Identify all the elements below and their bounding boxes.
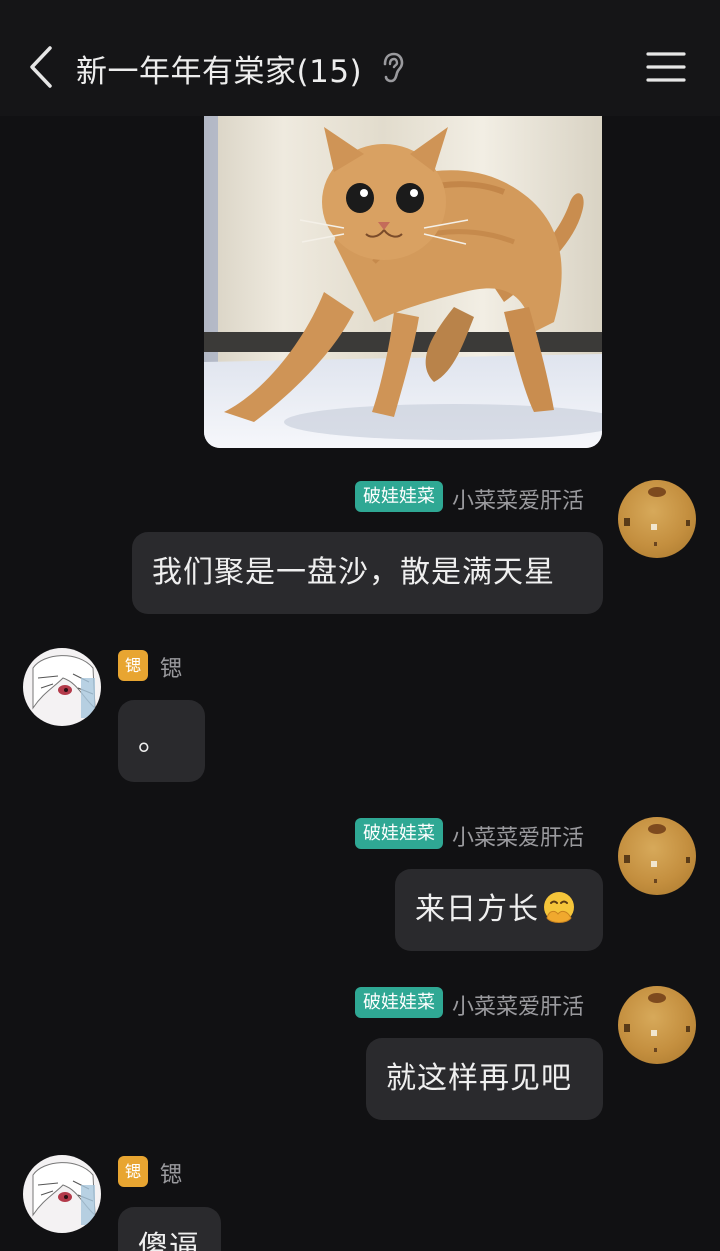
avatar-image <box>624 487 690 546</box>
message-bubble[interactable]: 我们聚是一盘沙，散是满天星 <box>132 532 603 614</box>
member-title-badge: 破娃娃菜 <box>355 481 443 512</box>
sender-nickname[interactable]: 小菜菜爱肝活 <box>452 483 584 515</box>
chevron-left-icon <box>30 46 52 88</box>
member-title-badge: 锶 <box>118 650 148 681</box>
chat-header: 新一年年有棠家(15) <box>0 0 720 116</box>
menu-icon <box>646 52 686 82</box>
message-text: 就这样再见吧 <box>386 1061 572 1096</box>
sender-nickname[interactable]: 锶 <box>160 651 182 683</box>
message-text: 傻逼 <box>138 1230 200 1251</box>
avatar[interactable] <box>23 1155 101 1233</box>
message-text: 。 <box>138 723 169 758</box>
chat-title[interactable]: 新一年年有棠家(15) <box>76 46 362 91</box>
sender-nickname[interactable]: 锶 <box>160 1157 182 1189</box>
member-title-badge: 破娃娃菜 <box>355 818 443 849</box>
sender-nickname[interactable]: 小菜菜爱肝活 <box>452 989 584 1021</box>
message-bubble[interactable]: 傻逼 <box>118 1207 221 1251</box>
avatar-image <box>32 655 96 718</box>
member-title-badge: 锶 <box>118 1156 148 1187</box>
ear-icon[interactable] <box>380 52 406 84</box>
message-text: 我们聚是一盘沙，散是满天星 <box>152 555 555 590</box>
back-button[interactable] <box>22 44 62 90</box>
avatar-image <box>624 824 690 883</box>
avatar-image <box>32 1162 96 1225</box>
message-text: 来日方长 <box>415 892 539 927</box>
menu-button[interactable] <box>644 48 688 86</box>
avatar[interactable] <box>618 986 696 1064</box>
sender-nickname[interactable]: 小菜菜爱肝活 <box>452 820 584 852</box>
avatar[interactable] <box>618 817 696 895</box>
image-message[interactable] <box>204 92 602 448</box>
message-bubble[interactable]: 来日方长 <box>395 869 603 951</box>
face-with-hand-over-mouth-icon <box>544 891 574 923</box>
avatar-image <box>624 993 690 1052</box>
avatar[interactable] <box>618 480 696 558</box>
message-bubble[interactable]: 就这样再见吧 <box>366 1038 603 1120</box>
member-title-badge: 破娃娃菜 <box>355 987 443 1018</box>
message-bubble[interactable]: 。 <box>118 700 205 782</box>
scared-cat-image <box>204 92 602 448</box>
avatar[interactable] <box>23 648 101 726</box>
